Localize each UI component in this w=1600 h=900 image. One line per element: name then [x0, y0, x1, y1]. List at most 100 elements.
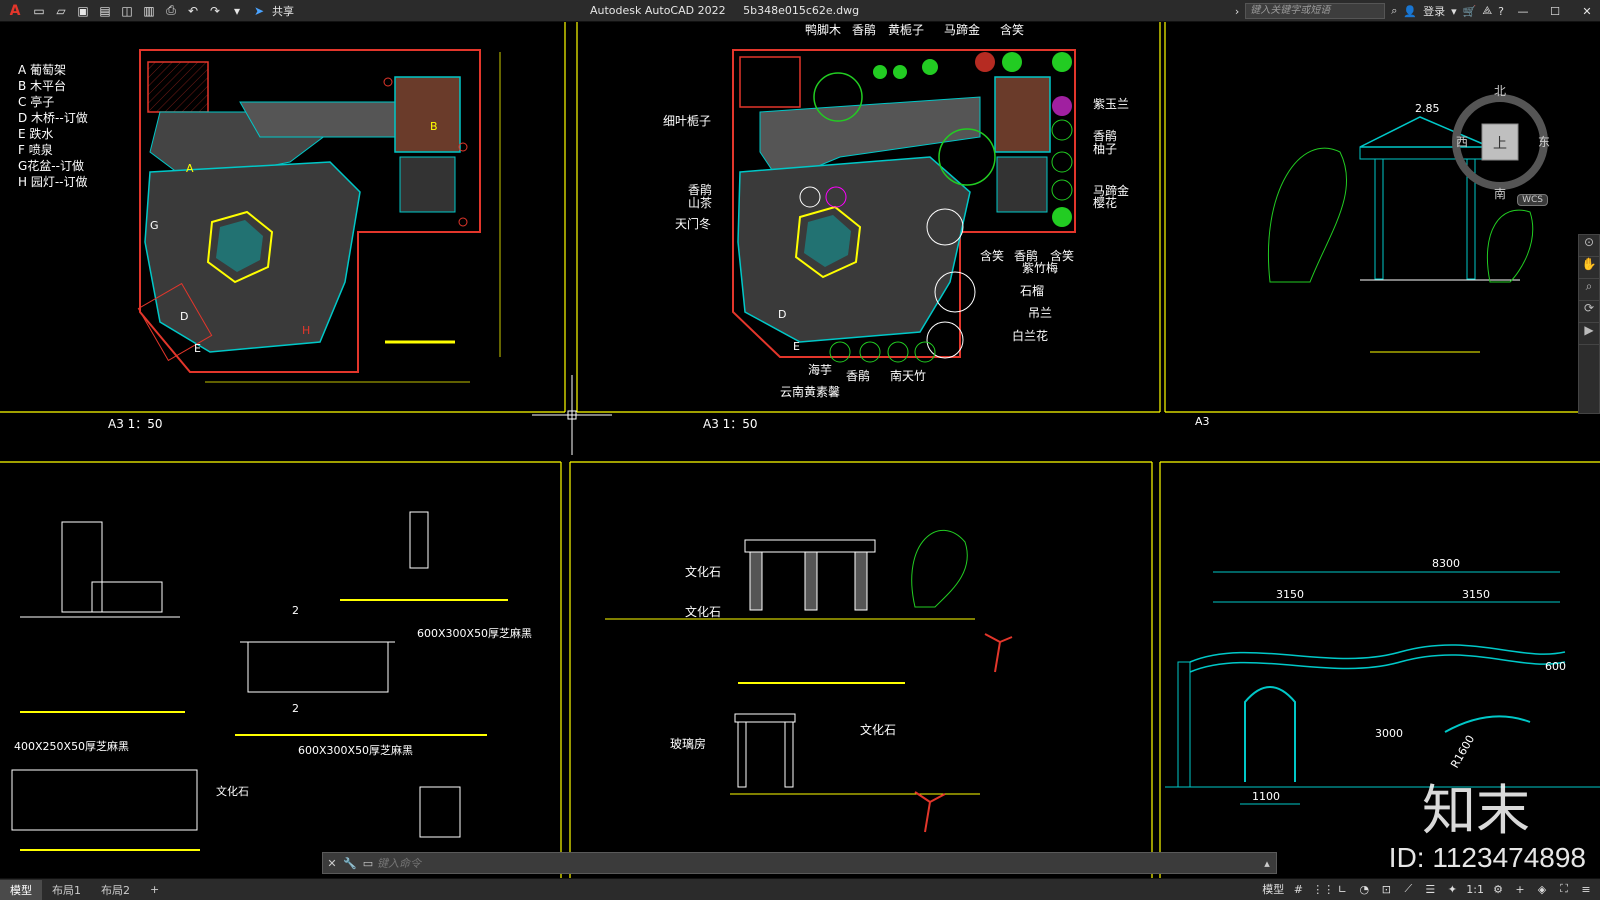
- share-icon[interactable]: ➤: [250, 3, 268, 19]
- quick-access-toolbar: A ▭ ▱ ▣ ▤ ◫ ▥ ⎙ ↶ ↷ ▾ ➤ 共享: [0, 3, 294, 19]
- tab-layout1[interactable]: 布局1: [42, 880, 91, 900]
- status-tools: 模型 # ⋮⋮ ∟ ◔ ⊡ ⟋ ☰ ✦ 1:1 ⚙ + ◈ ⛶ ≡: [1262, 881, 1594, 897]
- new-icon[interactable]: ▭: [30, 3, 48, 19]
- elev2-label: 文化石: [860, 722, 896, 737]
- plant-label: 石榴: [1020, 284, 1044, 298]
- maximize-icon[interactable]: ☐: [1542, 5, 1568, 18]
- svg-text:G: G: [150, 219, 159, 232]
- web-save-icon[interactable]: ◫: [118, 3, 136, 19]
- radius-label: R1600: [1448, 733, 1477, 770]
- annotation-icon[interactable]: ✦: [1444, 883, 1460, 896]
- steering-wheel-icon[interactable]: ⊙: [1579, 235, 1599, 257]
- lineweight-icon[interactable]: ☰: [1422, 883, 1438, 896]
- navigation-bar: ⊙ ✋ ⌕ ⟳ ▶: [1578, 234, 1600, 414]
- viewcube[interactable]: 上 北 南 西 东: [1440, 82, 1560, 202]
- section-label: 600X300X50厚芝麻黑: [298, 743, 413, 757]
- gear-icon[interactable]: ⚙: [1490, 883, 1506, 896]
- snap-icon[interactable]: ⋮⋮: [1312, 883, 1334, 896]
- command-input[interactable]: [377, 856, 1258, 870]
- dim-label: 3000: [1375, 727, 1403, 740]
- grid-icon[interactable]: #: [1290, 883, 1306, 896]
- plant-label: 鸭脚木: [805, 22, 841, 37]
- share-button[interactable]: 共享: [272, 3, 294, 19]
- saveas-icon[interactable]: ▤: [96, 3, 114, 19]
- fullscreen-icon[interactable]: ⛶: [1556, 882, 1572, 896]
- undo-icon[interactable]: ↶: [184, 3, 202, 19]
- help-icon[interactable]: ?: [1498, 5, 1504, 18]
- osnap-icon[interactable]: ⊡: [1378, 883, 1394, 896]
- plot-publish-icon[interactable]: ▥: [140, 3, 158, 19]
- elev2-label: 玻璃房: [670, 736, 706, 751]
- section-details: [11, 511, 508, 851]
- cmd-expand-icon[interactable]: ▴: [1258, 857, 1276, 870]
- autocad-logo-icon[interactable]: A: [4, 3, 26, 19]
- search-input[interactable]: 键入关键字或短语: [1245, 3, 1386, 19]
- chevron-down-icon[interactable]: ▾: [1451, 5, 1457, 18]
- dim-label: 3150: [1462, 588, 1490, 601]
- legend: A 葡萄架 B 木平台 C 亭子 D 木桥--订做 E 跌水 F 喷泉 G花盆-…: [18, 63, 88, 189]
- legend-item: D 木桥--订做: [18, 110, 88, 125]
- compass-east: 东: [1538, 135, 1550, 149]
- section-label: 文化石: [216, 784, 249, 798]
- recent-commands-icon[interactable]: ▭: [359, 857, 377, 870]
- open-icon[interactable]: ▱: [52, 3, 70, 19]
- login-button[interactable]: 登录: [1423, 3, 1445, 19]
- legend-item: F 喷泉: [18, 143, 53, 157]
- plant-label: 香鹃: [846, 368, 870, 383]
- save-icon[interactable]: ▣: [74, 3, 92, 19]
- otrack-icon[interactable]: ⟋: [1400, 882, 1416, 896]
- redo-icon[interactable]: ↷: [206, 3, 224, 19]
- crosshair-cursor: [532, 375, 612, 455]
- isolate-icon[interactable]: ◈: [1534, 883, 1550, 896]
- legend-item: A 葡萄架: [18, 63, 66, 77]
- dim-label: 1100: [1252, 790, 1280, 803]
- add-layout-icon[interactable]: +: [140, 881, 169, 898]
- svg-text:H: H: [302, 324, 310, 337]
- polar-icon[interactable]: ◔: [1356, 883, 1372, 896]
- search-arrow-icon[interactable]: ›: [1235, 5, 1239, 18]
- plant-label: 黄栀子: [888, 23, 924, 37]
- plant-label: 云南黄素馨: [780, 384, 840, 399]
- svg-text:D: D: [778, 308, 786, 321]
- tab-layout2[interactable]: 布局2: [91, 880, 140, 900]
- minimize-icon[interactable]: —: [1510, 5, 1536, 18]
- zoom-icon[interactable]: ⌕: [1579, 279, 1599, 301]
- scale-dropdown[interactable]: 1:1: [1466, 883, 1484, 896]
- dropdown-icon[interactable]: ▾: [228, 3, 246, 19]
- customize-icon[interactable]: 🔧: [341, 857, 359, 870]
- tab-model[interactable]: 模型: [0, 879, 42, 900]
- search-icon[interactable]: ⌕: [1391, 4, 1397, 18]
- title-bar: A ▭ ▱ ▣ ▤ ◫ ▥ ⎙ ↶ ↷ ▾ ➤ 共享 Autodesk Auto…: [0, 0, 1600, 22]
- section-label: 400X250X50厚芝麻黑: [14, 739, 129, 753]
- compass-south: 南: [1494, 186, 1506, 201]
- close-icon[interactable]: ✕: [1574, 5, 1600, 18]
- plus-icon[interactable]: +: [1512, 883, 1528, 896]
- model-space-button[interactable]: 模型: [1262, 881, 1284, 897]
- wcs-menu[interactable]: WCS: [1517, 194, 1548, 206]
- showmotion-icon[interactable]: ▶: [1579, 323, 1599, 345]
- title-right-tools: › 键入关键字或短语 ⌕ 👤 登录 ▾ 🛒 ⟁ ? — ☐ ✕: [1235, 0, 1600, 22]
- cart-icon[interactable]: 🛒: [1463, 5, 1477, 18]
- plant-label: 紫竹梅: [1022, 260, 1058, 275]
- close-cmd-icon[interactable]: ✕: [323, 857, 341, 870]
- menu-icon[interactable]: ≡: [1578, 883, 1594, 896]
- user-icon[interactable]: 👤: [1403, 5, 1417, 18]
- drawing-canvas[interactable]: A B D E H G A 葡萄架 B 木平台 C 亭子 D 木桥--订做 E …: [0, 22, 1600, 878]
- site-plan-1: A B D E H G: [137, 49, 501, 383]
- site-plan-2: D E: [732, 49, 1076, 363]
- plan2-scale: A3 1：50: [703, 417, 758, 431]
- dim-label: 8300: [1432, 557, 1460, 570]
- plant-label: 柚子: [1093, 141, 1117, 156]
- dim-label: 3150: [1276, 588, 1304, 601]
- pan-icon[interactable]: ✋: [1579, 257, 1599, 279]
- legend-item: H 园灯--订做: [18, 174, 88, 189]
- elev2-label: 文化石: [685, 604, 721, 619]
- ortho-icon[interactable]: ∟: [1334, 883, 1350, 896]
- window-title: Autodesk AutoCAD 2022 5b348e015c62e.dwg: [590, 4, 873, 17]
- orbit-icon[interactable]: ⟳: [1579, 301, 1599, 323]
- print-icon[interactable]: ⎙: [162, 3, 180, 19]
- legend-item: C 亭子: [18, 94, 54, 109]
- section-num: 2: [292, 604, 299, 617]
- watermark-logo: 知末: [1422, 779, 1530, 842]
- exchange-icon[interactable]: ⟁: [1482, 4, 1492, 18]
